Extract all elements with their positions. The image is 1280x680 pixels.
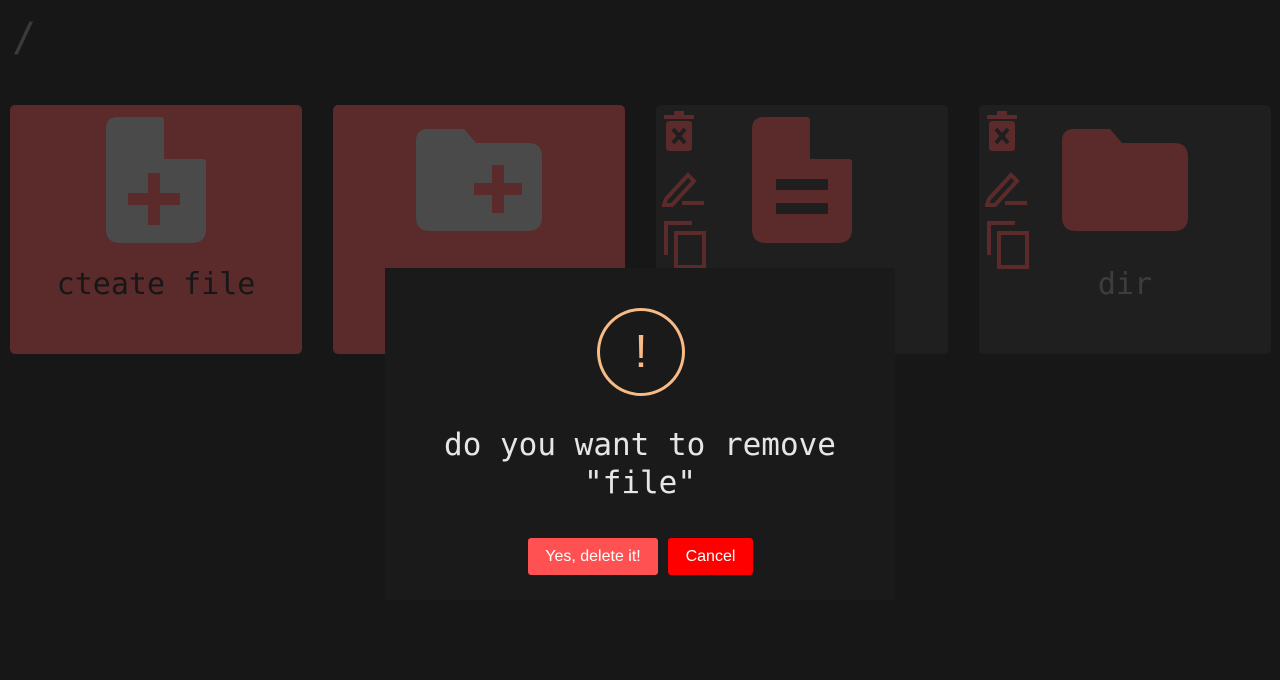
cancel-button[interactable]: Cancel [668,538,753,575]
copy-icon[interactable] [662,219,706,269]
file-plus-icon [106,117,206,243]
folder-plus-icon [416,129,542,231]
dialog-title: do you want to remove "file" [444,427,836,501]
rename-icon[interactable] [662,169,704,207]
delete-icon[interactable] [985,111,1019,153]
warning-icon: ! [597,308,685,396]
dir-card[interactable]: dir [979,105,1271,354]
delete-icon[interactable] [662,111,696,153]
warning-glyph: ! [634,325,648,377]
card-label: cteate file [56,267,256,302]
rename-icon[interactable] [985,169,1027,207]
folder-icon [1062,129,1188,231]
file-icon [752,117,852,243]
confirm-delete-button[interactable]: Yes, delete it! [528,538,658,575]
copy-icon[interactable] [985,219,1029,269]
confirm-dialog: ! do you want to remove "file" Yes, dele… [385,268,895,600]
create-file-card[interactable]: cteate file [10,105,302,354]
card-label: dir [1097,267,1153,302]
breadcrumb[interactable]: / [12,12,36,64]
